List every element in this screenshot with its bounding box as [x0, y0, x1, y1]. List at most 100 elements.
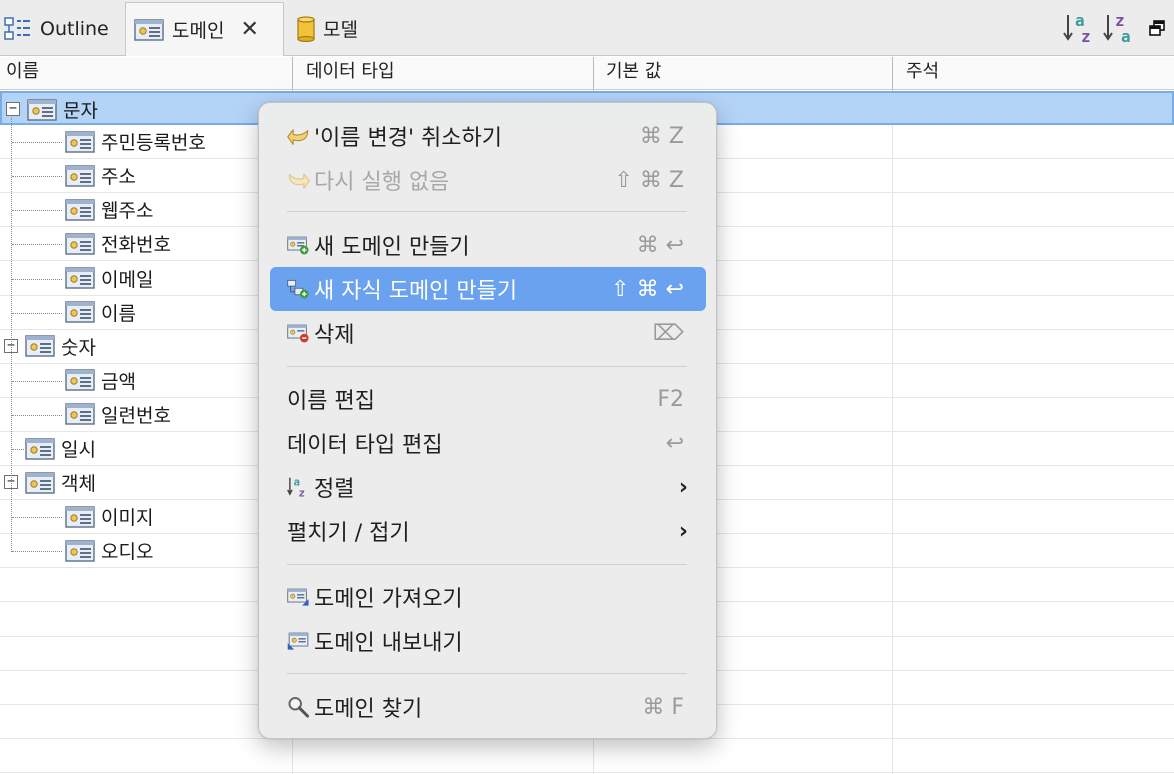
name-cell: 전화번호	[65, 227, 171, 260]
menu-item-undo[interactable]: '이름 변경' 취소하기 ⌘ Z	[270, 114, 706, 158]
tab-domain-label: 도메인	[172, 20, 225, 42]
svg-text:a: a	[1121, 27, 1131, 45]
domain-icon	[25, 437, 55, 460]
tree-connector	[12, 278, 62, 280]
tree-connector	[12, 312, 62, 314]
domain-icon	[65, 267, 95, 289]
domain-icon	[65, 540, 95, 562]
column-divider[interactable]	[292, 57, 293, 90]
domain-icon	[27, 98, 57, 121]
domain-icon	[65, 130, 95, 153]
context-menu: '이름 변경' 취소하기 ⌘ Z 다시 실행 없음 ⇧ ⌘ Z 새 도메인 만들…	[258, 102, 717, 739]
sort-z-a-icon[interactable]: z a	[1100, 10, 1140, 46]
menu-item-expand-collapse[interactable]: 펼치기 / 접기 ›	[270, 509, 706, 553]
domain-icon	[65, 233, 95, 255]
svg-text:z: z	[1081, 27, 1091, 45]
menu-item-new-child-domain[interactable]: 새 자식 도메인 만들기 ⇧ ⌘ ↩	[270, 267, 706, 311]
chevron-right-icon: ›	[678, 474, 688, 500]
domain-icon	[25, 471, 55, 494]
tab-bar: Outline 도메인 ✕ 모델 a z z a	[0, 0, 1174, 56]
menu-item-find-domain[interactable]: 도메인 찾기 ⌘ F	[270, 685, 706, 729]
tree-connector	[12, 380, 62, 382]
name-cell: 일시	[25, 432, 96, 465]
domain-name-label: 객체	[61, 473, 96, 496]
table-header: 이름 데이터 타입 기본 값 주석	[0, 57, 1174, 90]
tab-domain[interactable]: 도메인 ✕	[125, 2, 284, 56]
column-header-default[interactable]: 기본 값	[600, 57, 892, 90]
empty-row	[0, 739, 1174, 773]
tree-connector	[11, 115, 12, 553]
menu-item-delete[interactable]: 삭제 ⌦	[270, 311, 706, 355]
svg-text:z: z	[299, 486, 305, 499]
domain-icon	[65, 369, 95, 391]
menu-item-rename[interactable]: 이름 편집 F2	[270, 377, 706, 421]
menu-item-redo[interactable]: 다시 실행 없음 ⇧ ⌘ Z	[270, 158, 706, 202]
restore-window-icon[interactable]	[1140, 10, 1174, 46]
name-cell: 웹주소	[65, 193, 153, 226]
column-divider[interactable]	[892, 57, 893, 90]
redo-icon	[270, 167, 310, 193]
name-cell: 문자	[27, 93, 98, 126]
domain-name-label: 금액	[101, 370, 136, 393]
menu-separator	[287, 673, 687, 674]
close-icon[interactable]: ✕	[240, 18, 258, 41]
editor-toolbar: a z z a	[1060, 10, 1174, 46]
tree-connector	[12, 210, 62, 212]
menu-item-edit-data-type[interactable]: 데이터 타입 편집 ↩	[270, 421, 706, 465]
domain-name-label: 숫자	[61, 336, 96, 359]
tree-connector	[12, 176, 62, 178]
sort-icon: a z	[270, 472, 310, 502]
name-cell: 금액	[65, 364, 136, 397]
domain-icon	[134, 18, 164, 41]
domain-name-label: 전화번호	[101, 234, 171, 257]
column-header-name[interactable]: 이름	[0, 57, 292, 90]
tree-connector	[12, 414, 62, 416]
undo-icon	[270, 123, 310, 149]
database-icon	[297, 15, 315, 42]
name-cell: 이름	[65, 296, 136, 329]
domain-name-label: 주민등록번호	[101, 132, 206, 155]
tree-connector	[12, 449, 24, 450]
domain-icon	[65, 505, 95, 528]
domain-editor-window: Outline 도메인 ✕ 모델 a z z a 이름 데이터 타입 기본 값 …	[0, 0, 1174, 774]
domain-icon	[65, 301, 95, 323]
menu-item-import-domain[interactable]: 도메인 가져오기	[270, 575, 706, 619]
domain-name-label: 주소	[101, 166, 136, 189]
tree-connector	[12, 517, 62, 519]
import-icon	[270, 584, 310, 610]
tree-connector	[12, 244, 62, 246]
export-icon	[270, 628, 310, 654]
tab-model-label: 모델	[323, 19, 358, 41]
tree-connector	[12, 551, 62, 553]
domain-icon	[65, 164, 95, 187]
menu-item-new-domain[interactable]: 새 도메인 만들기 ⌘ ↩	[270, 223, 706, 267]
tab-outline-label: Outline	[40, 17, 109, 40]
domain-name-label: 오디오	[101, 541, 154, 564]
menu-separator	[287, 211, 687, 212]
domain-name-label: 일련번호	[101, 404, 171, 427]
chevron-right-icon: ›	[678, 518, 688, 544]
magnifier-icon	[270, 693, 310, 721]
sort-a-z-icon[interactable]: a z	[1060, 10, 1100, 46]
domain-icon	[65, 199, 95, 221]
name-cell: 숫자	[25, 330, 96, 363]
name-cell: 이메일	[65, 262, 153, 295]
name-cell: 객체	[25, 466, 96, 499]
tree-connector	[12, 142, 62, 144]
column-divider[interactable]	[593, 57, 594, 90]
delete-icon	[270, 320, 310, 346]
name-cell: 이미지	[65, 500, 153, 533]
new-domain-icon	[270, 232, 310, 258]
domain-name-label: 일시	[61, 439, 96, 461]
collapse-toggle[interactable]: −	[6, 102, 20, 116]
tab-outline[interactable]: Outline	[0, 2, 124, 55]
menu-item-export-domain[interactable]: 도메인 내보내기	[270, 619, 706, 663]
column-header-comment[interactable]: 주석	[900, 57, 1174, 90]
name-cell: 오디오	[65, 534, 153, 567]
tab-model[interactable]: 모델	[285, 2, 425, 55]
domain-name-label: 웹주소	[101, 200, 154, 223]
menu-item-sort[interactable]: a z 정렬 ›	[270, 465, 706, 509]
domain-name-label: 이메일	[101, 268, 154, 291]
new-child-domain-icon	[270, 276, 310, 302]
column-header-type[interactable]: 데이터 타입	[300, 57, 592, 90]
